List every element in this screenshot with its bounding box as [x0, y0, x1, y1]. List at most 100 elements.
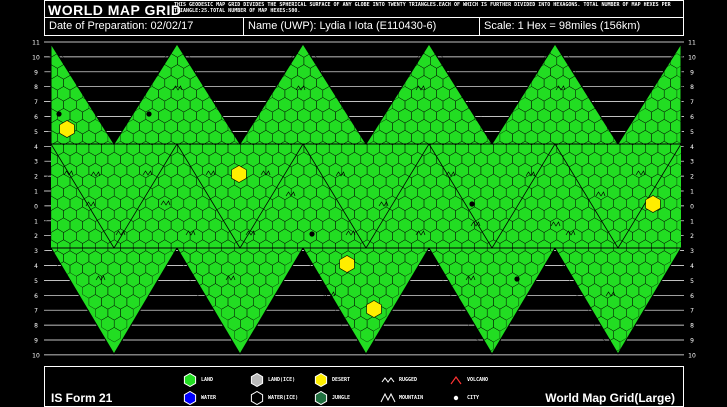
- row-label: 6: [690, 293, 694, 300]
- row-label: 9: [34, 338, 38, 345]
- title-bar: WORLD MAP GRID THIS GEODESIC MAP GRID DI…: [44, 0, 684, 18]
- row-label: 5: [34, 278, 38, 285]
- legend-label: DESERT: [332, 377, 351, 383]
- legend-desert: DESERT: [313, 373, 350, 387]
- world-map-form: WORLD MAP GRID THIS GEODESIC MAP GRID DI…: [0, 0, 727, 407]
- water-icon: [183, 391, 197, 405]
- legend-land-ice: LAND(ICE): [249, 373, 295, 387]
- row-label: 0: [690, 203, 694, 210]
- row-label: 9: [34, 69, 38, 76]
- row-label: 4: [690, 263, 694, 270]
- row-label: 1: [690, 218, 694, 225]
- city-dot: [309, 231, 315, 237]
- city-icon: [453, 395, 459, 401]
- rugged-icon: [381, 377, 395, 383]
- row-labels-right: 111098765432101234567891011: [688, 40, 696, 360]
- row-label: 7: [690, 308, 694, 315]
- row-label: 9: [690, 338, 694, 345]
- triangle-top: [491, 43, 619, 145]
- row-label: 5: [690, 129, 694, 136]
- row-label: 2: [690, 233, 694, 240]
- form-number: IS Form 21: [51, 391, 113, 405]
- row-label: 1: [34, 218, 38, 225]
- geodesic-map-grid: 111098765432101234567891011 111098765432…: [32, 40, 696, 360]
- legend-label: WATER: [201, 395, 217, 401]
- row-label: 6: [34, 114, 38, 121]
- city-dot: [469, 201, 475, 207]
- row-label: 7: [34, 308, 38, 315]
- row-label: 4: [690, 144, 694, 151]
- row-label: 10: [688, 352, 696, 359]
- triangle-bottom: [428, 247, 556, 355]
- triangle-bottom: [302, 247, 430, 355]
- legend-water-ice: WATER(ICE): [249, 391, 298, 405]
- row-label: 11: [688, 40, 696, 47]
- row-label: 4: [34, 263, 38, 270]
- row-label: 3: [34, 248, 38, 255]
- row-label: 8: [34, 323, 38, 330]
- legend-land: LAND: [182, 373, 213, 387]
- row-label: 3: [690, 159, 694, 166]
- mountain-icon: [380, 392, 396, 403]
- volcano-icon: [450, 375, 462, 385]
- map-scale: Scale: 1 Hex = 98miles (156km): [479, 18, 683, 35]
- row-label: 10: [32, 352, 40, 359]
- row-label: 10: [32, 54, 40, 61]
- preparation-date: Date of Preparation: 02/02/17: [49, 20, 194, 32]
- legend-rugged: RUGGED: [380, 373, 417, 387]
- grid-description: THIS GEODESIC MAP GRID DIVIDES THE SPHER…: [174, 2, 671, 14]
- rugged-mark: [355, 121, 366, 127]
- row-label: 3: [690, 248, 694, 255]
- triangle-top: [113, 43, 241, 145]
- row-label: 1: [690, 189, 694, 196]
- land-triangles: [50, 42, 682, 355]
- water-ice-icon: [250, 391, 264, 405]
- row-label: 6: [690, 114, 694, 121]
- city-dot: [56, 111, 62, 117]
- legend-label: LAND(ICE): [268, 377, 296, 383]
- row-label: 8: [690, 323, 694, 330]
- legend-label: LAND: [201, 377, 214, 383]
- row-label: 8: [34, 84, 38, 91]
- row-label: 7: [34, 99, 38, 106]
- triangle-bottom: [176, 247, 304, 355]
- row-label: 11: [32, 40, 40, 47]
- grid-type-label: World Map Grid(Large): [545, 391, 675, 405]
- triangle-top: [617, 42, 682, 145]
- legend-water: WATER: [182, 391, 216, 405]
- legend-label: VOLCANO: [467, 377, 489, 383]
- row-labels-left: 111098765432101234567891011: [32, 40, 40, 360]
- row-label: 7: [690, 99, 694, 106]
- legend-label: CITY: [467, 395, 480, 401]
- info-bar: Date of Preparation: 02/02/17 Name (UWP)…: [44, 18, 684, 36]
- city-dot: [514, 276, 520, 282]
- legend-jungle: JUNGLE: [313, 391, 350, 405]
- row-label: 1: [34, 189, 38, 196]
- row-label: 5: [34, 129, 38, 136]
- row-label: 8: [690, 84, 694, 91]
- legend-volcano: VOLCANO: [448, 373, 488, 387]
- legend-panel: LAND LAND(ICE) DESERT RUGGED VOLCANO WATER WAT…: [44, 366, 684, 407]
- triangle-top: [365, 43, 493, 145]
- row-label: 2: [34, 174, 38, 181]
- row-label: 3: [34, 159, 38, 166]
- row-label: 6: [34, 293, 38, 300]
- triangle-top: [239, 43, 367, 145]
- legend-label: JUNGLE: [332, 395, 351, 401]
- row-label: 0: [34, 203, 38, 210]
- desert-icon: [314, 373, 328, 387]
- land-ice-icon: [250, 373, 264, 387]
- legend-label: RUGGED: [399, 377, 418, 383]
- row-label: 9: [690, 69, 694, 76]
- form-title: WORLD MAP GRID: [48, 2, 182, 18]
- land-icon: [183, 373, 197, 387]
- row-label: 5: [690, 278, 694, 285]
- row-label: 10: [688, 54, 696, 61]
- row-label: 4: [34, 144, 38, 151]
- world-name-uwp: Name (UWP): Lydia I Iota (E110430-6): [243, 18, 479, 35]
- legend-mountain: MOUNTAIN: [380, 391, 423, 405]
- legend-label: WATER(ICE): [268, 395, 299, 401]
- row-label: 2: [34, 233, 38, 240]
- legend-label: MOUNTAIN: [399, 395, 424, 401]
- rugged-mark: [475, 111, 486, 117]
